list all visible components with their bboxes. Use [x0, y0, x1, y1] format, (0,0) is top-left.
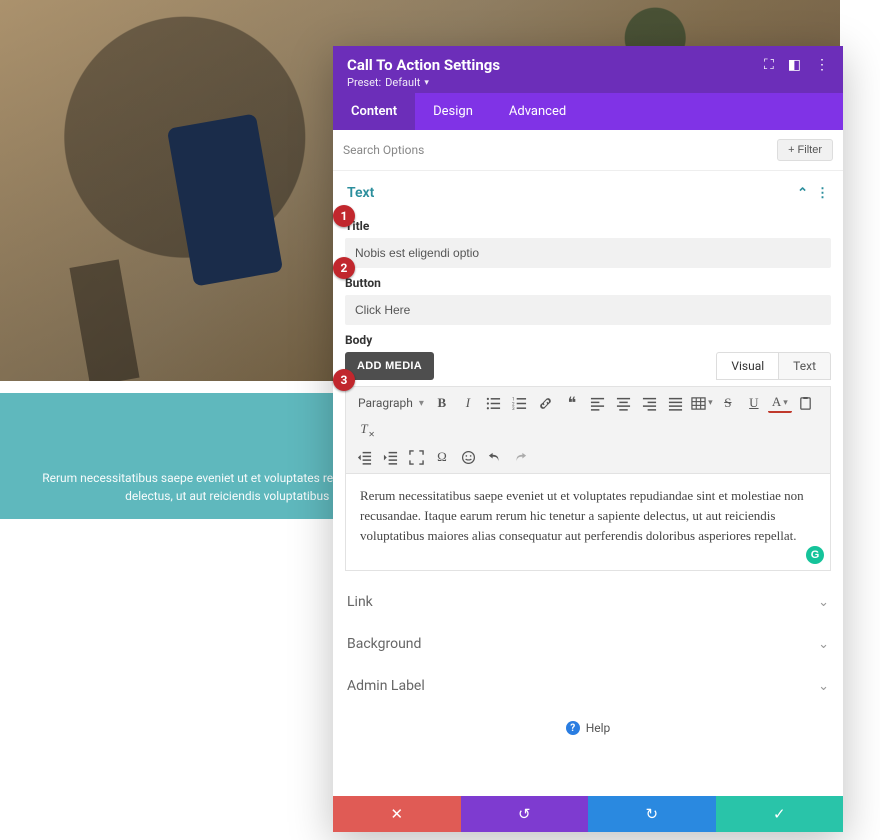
panel-body: Text ⌃ ⋮ Title Button Body ADD MEDIA Vis…: [333, 171, 843, 796]
help-icon: ?: [566, 721, 580, 735]
emoji-icon[interactable]: [456, 445, 480, 469]
chevron-down-icon: ⌄: [818, 637, 829, 652]
editor-mode-visual[interactable]: Visual: [716, 352, 778, 380]
section-admin-label-title: Admin Label: [347, 678, 425, 694]
indent-icon[interactable]: [378, 445, 402, 469]
settings-tabs: Content Design Advanced: [333, 93, 843, 130]
search-input[interactable]: Search Options: [343, 143, 424, 157]
tab-design[interactable]: Design: [415, 93, 491, 130]
italic-icon[interactable]: I: [456, 391, 480, 415]
section-text-title: Text: [347, 185, 374, 201]
button-field-label: Button: [345, 276, 831, 290]
grammarly-icon[interactable]: G: [806, 546, 824, 564]
annotation-1: 1: [333, 205, 355, 227]
help-label: Help: [586, 721, 611, 735]
chevron-up-icon[interactable]: ⌃: [797, 186, 808, 201]
special-char-icon[interactable]: Ω: [430, 445, 454, 469]
chevron-down-icon: ▾: [424, 78, 429, 88]
settings-modal: Call To Action Settings Preset: Default …: [333, 46, 843, 832]
undo-button[interactable]: ↺: [461, 796, 589, 832]
close-icon: ✕: [390, 805, 403, 823]
section-background-title: Background: [347, 636, 421, 652]
clear-format-icon[interactable]: T✕: [352, 417, 376, 441]
redo-icon[interactable]: [508, 445, 532, 469]
body-field-label: Body: [345, 333, 831, 347]
align-right-icon[interactable]: [638, 391, 662, 415]
more-icon[interactable]: ⋮: [815, 58, 829, 72]
underline-icon[interactable]: U: [742, 391, 766, 415]
align-center-icon[interactable]: [612, 391, 636, 415]
filter-button[interactable]: +Filter: [777, 139, 833, 161]
ordered-list-icon[interactable]: 123: [508, 391, 532, 415]
annotation-2: 2: [333, 257, 355, 279]
align-justify-icon[interactable]: [664, 391, 688, 415]
section-more-icon[interactable]: ⋮: [816, 186, 829, 201]
editor-toolbar: Paragraph B I 123 ❝ S U A T✕: [345, 386, 831, 473]
cancel-button[interactable]: ✕: [333, 796, 461, 832]
svg-text:3: 3: [512, 406, 515, 411]
tab-content[interactable]: Content: [333, 93, 415, 130]
paragraph-dropdown[interactable]: Paragraph: [352, 391, 428, 415]
section-link-title: Link: [347, 594, 373, 610]
preset-value: Default: [385, 76, 420, 89]
section-admin-label[interactable]: Admin Label ⌄: [333, 665, 843, 707]
modal-footer: ✕ ↺ ↻ ✓: [333, 796, 843, 832]
section-text-header[interactable]: Text ⌃ ⋮: [345, 175, 831, 211]
preset-label: Preset:: [347, 76, 381, 89]
redo-icon: ↻: [645, 805, 658, 823]
search-bar: Search Options +Filter: [333, 130, 843, 171]
modal-title: Call To Action Settings: [347, 56, 500, 74]
preset-selector[interactable]: Preset: Default ▾: [347, 76, 500, 89]
title-field-label: Title: [345, 219, 831, 233]
help-link[interactable]: ? Help: [333, 707, 843, 745]
modal-header: Call To Action Settings Preset: Default …: [333, 46, 843, 93]
bullet-list-icon[interactable]: [482, 391, 506, 415]
section-link[interactable]: Link ⌄: [333, 581, 843, 623]
bold-icon[interactable]: B: [430, 391, 454, 415]
body-editor[interactable]: Rerum necessitatibus saepe eveniet ut et…: [345, 473, 831, 571]
section-background[interactable]: Background ⌄: [333, 623, 843, 665]
editor-mode-tabs: Visual Text: [716, 352, 831, 380]
undo-icon[interactable]: [482, 445, 506, 469]
fullscreen-icon[interactable]: [404, 445, 428, 469]
align-left-icon[interactable]: [586, 391, 610, 415]
columns-icon[interactable]: ◧: [788, 58, 801, 72]
text-color-icon[interactable]: A: [768, 393, 792, 413]
strikethrough-icon[interactable]: S: [716, 391, 740, 415]
expand-icon[interactable]: ⛶: [764, 58, 774, 72]
add-media-button[interactable]: ADD MEDIA: [345, 352, 434, 380]
redo-button[interactable]: ↻: [588, 796, 716, 832]
table-icon[interactable]: [690, 391, 714, 415]
chevron-down-icon: ⌄: [818, 679, 829, 694]
outdent-icon[interactable]: [352, 445, 376, 469]
body-content-text: Rerum necessitatibus saepe eveniet ut et…: [360, 488, 804, 543]
button-text-input[interactable]: [345, 295, 831, 325]
annotation-3: 3: [333, 369, 355, 391]
blockquote-icon[interactable]: ❝: [560, 391, 584, 415]
undo-icon: ↺: [518, 805, 531, 823]
link-icon[interactable]: [534, 391, 558, 415]
check-icon: ✓: [773, 805, 786, 823]
title-input[interactable]: [345, 238, 831, 268]
tab-advanced[interactable]: Advanced: [491, 93, 584, 130]
save-button[interactable]: ✓: [716, 796, 844, 832]
paste-icon[interactable]: [794, 391, 818, 415]
chevron-down-icon: ⌄: [818, 595, 829, 610]
editor-mode-text[interactable]: Text: [778, 352, 831, 380]
